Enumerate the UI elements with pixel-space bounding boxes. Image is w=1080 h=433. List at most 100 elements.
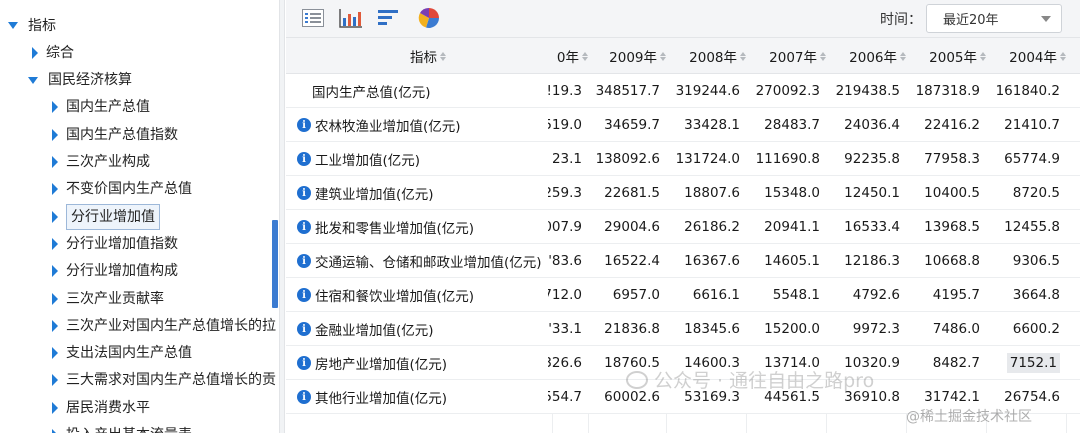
header-year[interactable]: 0年	[548, 38, 588, 74]
tree-item-label: 国内生产总值	[66, 99, 150, 116]
value-text: 348517.7	[595, 83, 660, 99]
bar-chart-icon[interactable]	[338, 6, 364, 30]
header-year[interactable]: 2008年	[662, 38, 746, 74]
time-range-select[interactable]: 最近20年	[926, 4, 1062, 33]
value-text: 18807.6	[684, 185, 740, 201]
sort-icon[interactable]	[440, 51, 446, 61]
sidebar-scrollbar[interactable]	[272, 220, 278, 308]
table-row[interactable]: i 房地产业增加值(亿元) 326.6 18760.5 14600.3 13714.0 10…	[286, 346, 1080, 380]
header-year[interactable]: 2009年	[584, 38, 666, 74]
header-year-label: 2006年	[849, 50, 897, 66]
caret-down-icon[interactable]	[8, 22, 18, 29]
header-indicator[interactable]: 指标	[286, 38, 446, 74]
caret-right-icon[interactable]	[52, 292, 58, 305]
table-row[interactable]: i 其他行业增加值(亿元) 554.7 60002.6 53169.3 44561.5 36…	[286, 380, 1080, 414]
sort-icon[interactable]	[1060, 51, 1066, 61]
tree-item[interactable]: 不变价国内生产总值	[52, 176, 192, 203]
header-year[interactable]: 2006年	[822, 38, 906, 74]
header-year[interactable]: 2005年	[902, 38, 986, 74]
info-icon[interactable]: i	[297, 254, 311, 268]
caret-right-icon[interactable]	[52, 156, 58, 168]
table-row[interactable]: i 批发和零售业增加值(亿元) 007.9 29004.6 26186.2 20941.1…	[286, 210, 1080, 244]
tree-item[interactable]: 投入产出基本流量表	[52, 422, 192, 433]
value-text: 7152.1	[1006, 353, 1060, 373]
table-view-icon[interactable]	[300, 6, 326, 30]
tree-item[interactable]: 居民消费水平	[52, 394, 150, 421]
caret-right-icon[interactable]	[52, 210, 58, 223]
value-text: 65774.9	[1004, 151, 1060, 167]
tree-item[interactable]: 国民经济核算	[28, 67, 132, 94]
value-text: 13968.5	[924, 219, 980, 235]
info-icon[interactable]: i	[297, 118, 311, 132]
value-text: 712.0	[548, 287, 582, 303]
tree-item[interactable]: 支出法国内生产总值	[52, 340, 192, 367]
value-text: 5548.1	[772, 287, 820, 303]
value-text: 326.6	[548, 355, 582, 371]
horizontal-bar-chart-icon[interactable]	[376, 6, 402, 30]
caret-right-icon[interactable]	[52, 374, 58, 387]
info-icon[interactable]: i	[297, 220, 311, 234]
tree-item[interactable]: 综合	[32, 39, 74, 66]
table-row[interactable]: 国内生产总值(亿元) !19.3 348517.7 319244.6 270092.3 2…	[286, 74, 1080, 108]
info-icon[interactable]: i	[297, 390, 311, 404]
value-text: 4792.6	[852, 287, 900, 303]
info-icon[interactable]: i	[297, 356, 311, 370]
table-row[interactable]: i 住宿和餐饮业增加值(亿元) 712.0 6957.0 6616.1 5548.1 479…	[286, 278, 1080, 312]
tree-item[interactable]: 分行业增加值构成	[52, 258, 178, 285]
caret-right-icon[interactable]	[52, 101, 58, 114]
value-text: 187318.9	[915, 83, 980, 99]
caret-right-icon[interactable]	[52, 347, 58, 360]
tree-item[interactable]: 国内生产总值	[52, 94, 150, 121]
tree-item[interactable]: 指标	[8, 12, 56, 39]
caret-right-icon[interactable]	[52, 237, 58, 250]
tree-item[interactable]: 分行业增加值	[52, 203, 160, 230]
panel-divider[interactable]	[279, 0, 285, 433]
caret-right-icon[interactable]	[52, 128, 58, 141]
value-cell: 270092.3	[742, 74, 820, 108]
value-text: 131724.0	[675, 151, 740, 167]
value-text: 33428.1	[684, 117, 740, 133]
caret-right-icon[interactable]	[52, 401, 58, 414]
info-icon[interactable]: i	[297, 152, 311, 166]
row-indicator-label: 国内生产总值(亿元)	[312, 85, 431, 101]
value-text: 9972.3	[852, 321, 900, 337]
table-row[interactable]: i 金融业增加值(亿元) '33.1 21836.8 18345.6 15200.0 997…	[286, 312, 1080, 346]
value-cell: 13714.0	[742, 346, 820, 380]
tree-item[interactable]: 三次产业贡献率	[52, 285, 164, 312]
caret-right-icon[interactable]	[52, 183, 58, 196]
value-cell: 712.0	[548, 278, 582, 312]
tree-item[interactable]: 三大需求对国内生产总值增长的贡	[52, 367, 276, 394]
tree-item[interactable]: 三次产业构成	[52, 149, 150, 176]
table-row[interactable]: i 交通运输、仓储和邮政业增加值(亿元) '83.6 16522.4 16367.6 14…	[286, 244, 1080, 278]
tree-item[interactable]: 国内生产总值指数	[52, 121, 178, 148]
header-year-label: 0年	[556, 50, 579, 66]
value-cell: 111690.8	[742, 142, 820, 176]
time-range-value: 最近20年	[943, 13, 999, 28]
caret-right-icon[interactable]	[32, 46, 38, 59]
value-cell: 14600.3	[662, 346, 740, 380]
pie-chart-icon[interactable]	[416, 6, 442, 30]
tree-item[interactable]: 三次产业对国内生产总值增长的拉	[52, 312, 276, 339]
header-year[interactable]: 2004年	[982, 38, 1066, 74]
value-cell: 21836.8	[584, 312, 660, 346]
value-cell: 7486.0	[902, 312, 980, 346]
table-row[interactable]: i 农林牧渔业增加值(亿元) 519.0 34659.7 33428.1 28483.7 2…	[286, 108, 1080, 142]
table-row[interactable]: i 工业增加值(亿元) 23.1 138092.6 131724.0 111690.8 92…	[286, 142, 1080, 176]
info-icon[interactable]: i	[297, 186, 311, 200]
row-indicator-label: 批发和零售业增加值(亿元)	[315, 221, 475, 237]
value-cell: 15348.0	[742, 176, 820, 210]
table-row[interactable]: i 建筑业增加值(亿元) 259.3 22681.5 18807.6 15348.0 124…	[286, 176, 1080, 210]
caret-right-icon[interactable]	[52, 319, 58, 332]
value-text: 22681.5	[604, 185, 660, 201]
info-icon[interactable]: i	[297, 322, 311, 336]
tree-item-label: 三次产业贡献率	[66, 290, 164, 307]
header-year[interactable]: 2007年	[742, 38, 826, 74]
tree-item[interactable]: 分行业增加值指数	[52, 230, 178, 257]
info-icon[interactable]: i	[297, 288, 311, 302]
header-year-label: 2005年	[929, 50, 977, 66]
caret-down-icon[interactable]	[28, 76, 38, 84]
caret-right-icon[interactable]	[52, 265, 58, 278]
caret-right-icon[interactable]	[52, 429, 58, 433]
value-cell: 16367.6	[662, 244, 740, 278]
value-cell: 29004.6	[584, 210, 660, 244]
